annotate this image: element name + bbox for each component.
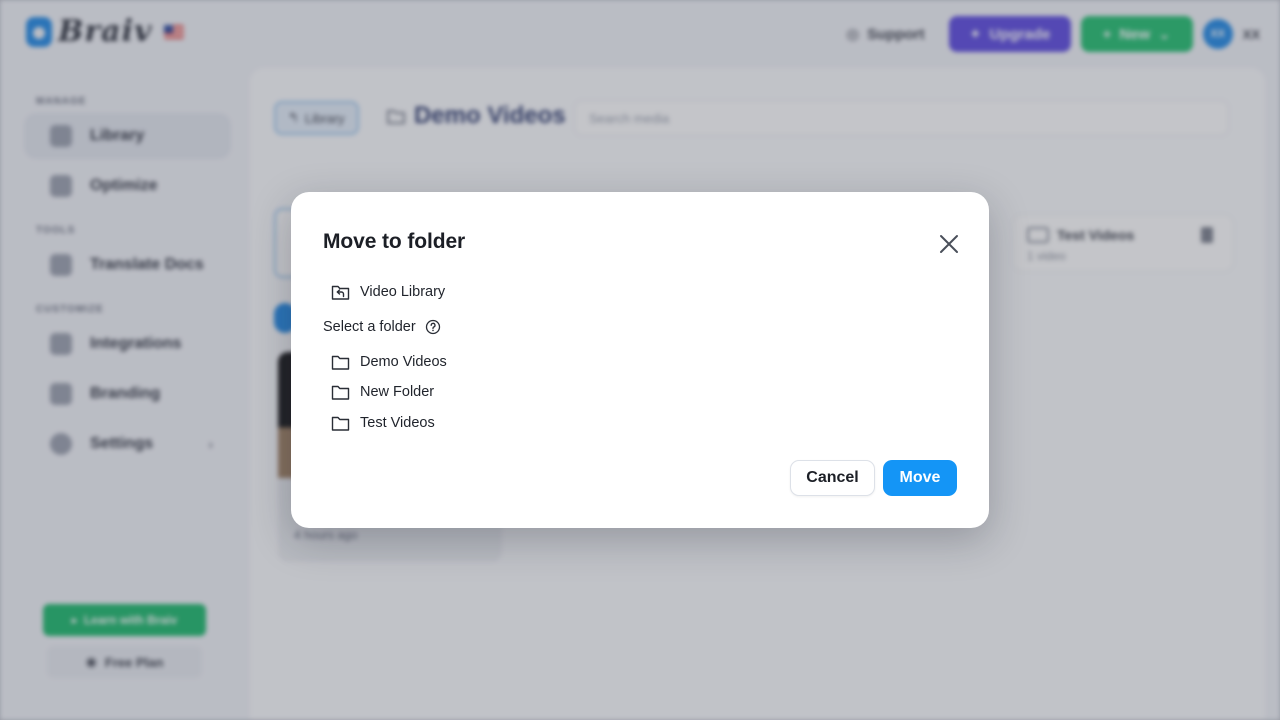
folder-option-test-videos[interactable]: Test Videos bbox=[331, 413, 435, 433]
folder-option-label: Demo Videos bbox=[360, 354, 447, 370]
cancel-button[interactable]: Cancel bbox=[790, 460, 875, 496]
select-folder-label: Select a folder bbox=[323, 317, 443, 336]
select-folder-text: Select a folder bbox=[323, 318, 416, 335]
move-to-folder-dialog: Move to folder Video Library Select a fo… bbox=[291, 192, 989, 528]
folder-option-demo-videos[interactable]: Demo Videos bbox=[331, 352, 447, 372]
folder-option-new-folder[interactable]: New Folder bbox=[331, 382, 434, 402]
folder-icon bbox=[331, 383, 350, 402]
folder-icon bbox=[331, 353, 350, 372]
help-circle-icon[interactable] bbox=[424, 317, 443, 336]
folder-option-label: Video Library bbox=[360, 284, 446, 300]
folder-option-label: Test Videos bbox=[360, 415, 435, 431]
dialog-title: Move to folder bbox=[323, 230, 466, 253]
folder-icon bbox=[331, 414, 350, 433]
move-button[interactable]: Move bbox=[883, 460, 957, 496]
folder-back-icon bbox=[331, 283, 350, 302]
close-icon bbox=[940, 235, 958, 253]
close-button[interactable] bbox=[935, 230, 963, 258]
folder-option-label: New Folder bbox=[360, 384, 435, 400]
folder-option-video-library[interactable]: Video Library bbox=[331, 282, 445, 302]
